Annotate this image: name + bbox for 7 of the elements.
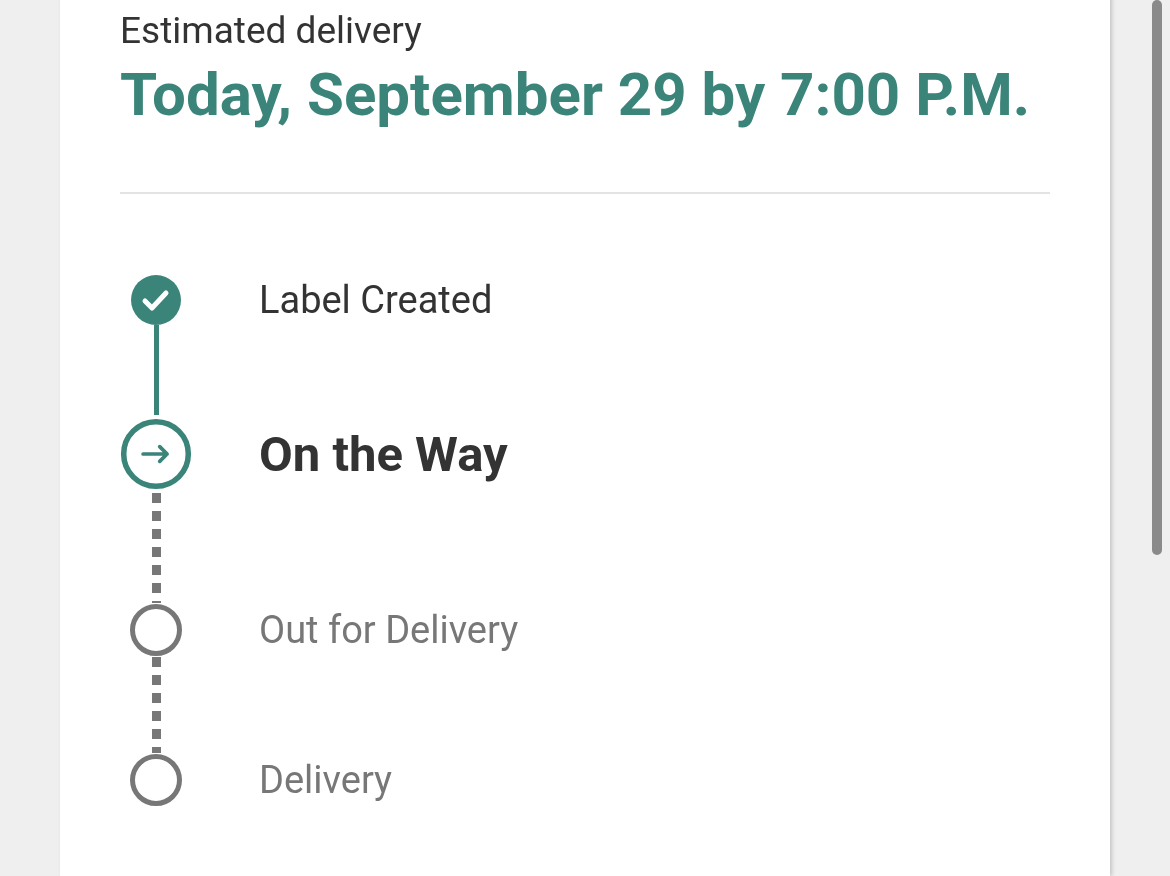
step-label: Out for Delivery: [259, 608, 519, 652]
delivery-date: Today, September 29 by 7:00 P.M.: [120, 58, 1032, 132]
estimated-delivery-label: Estimated delivery: [120, 8, 423, 54]
step-label: Delivery: [259, 758, 393, 802]
step-label: On the Way: [259, 425, 508, 483]
scrollbar-thumb[interactable]: [1152, 0, 1162, 555]
step-label: Label Created: [259, 278, 493, 322]
